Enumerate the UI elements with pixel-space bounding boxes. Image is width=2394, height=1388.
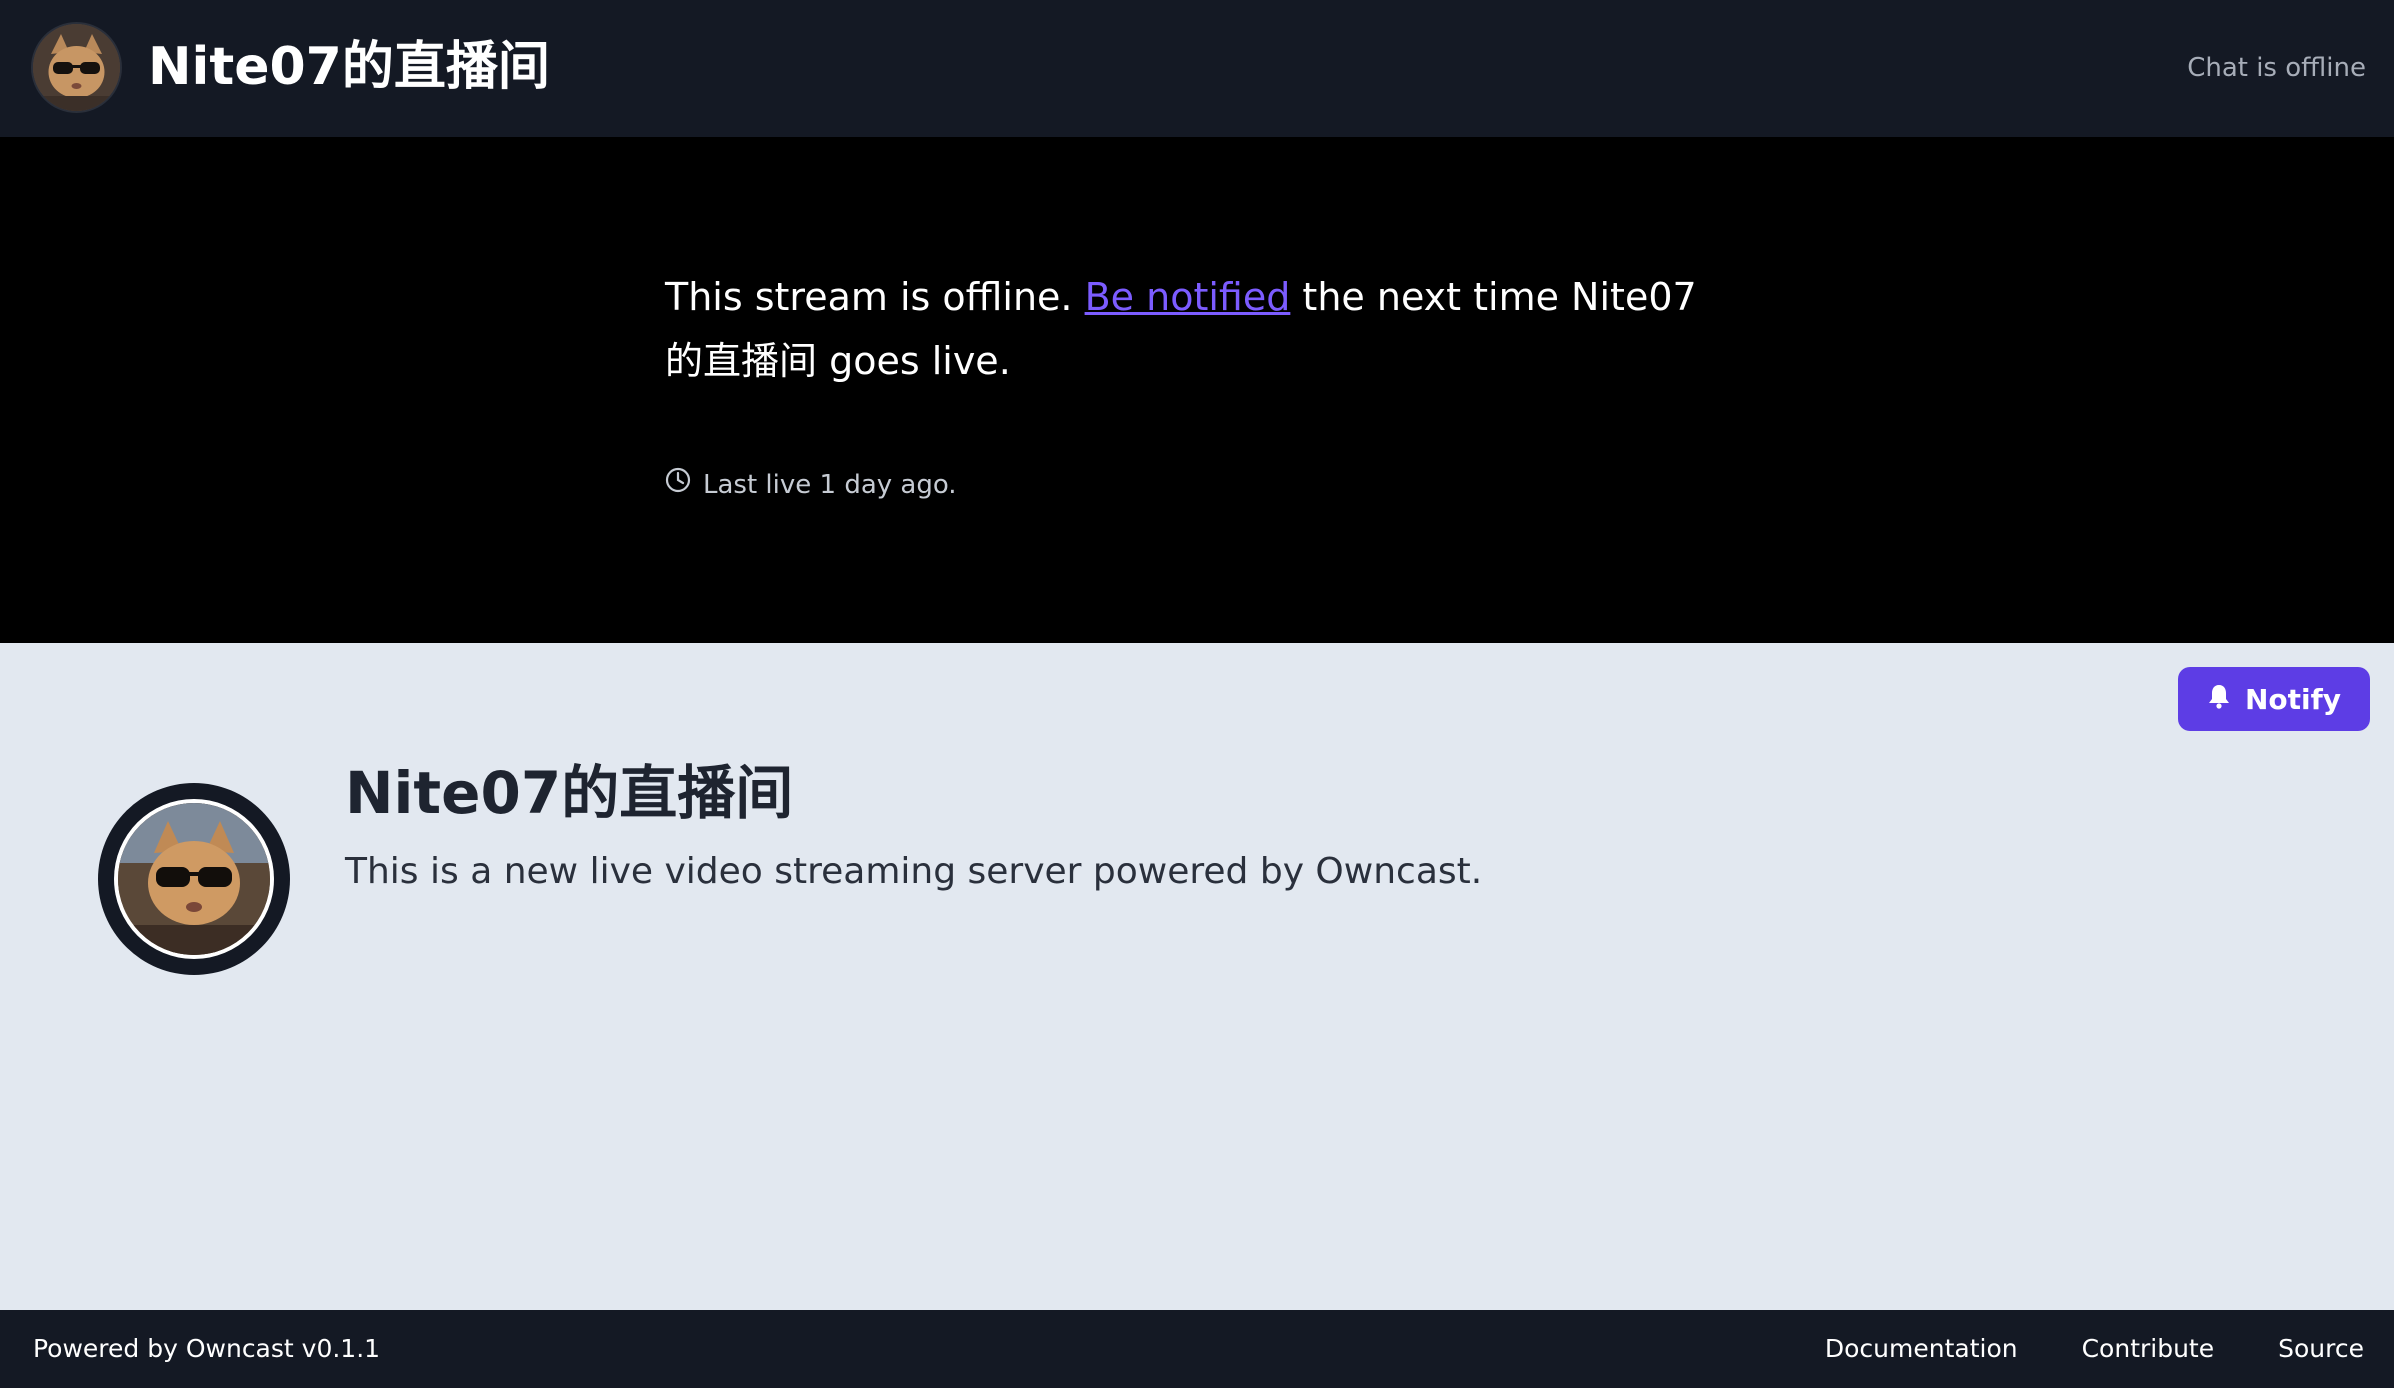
last-live-text: Last live 1 day ago.	[703, 470, 957, 500]
stream-info-section: Notify Nite07的直播间 This is a new live vid…	[0, 643, 2394, 1310]
clock-icon	[665, 467, 691, 503]
cat-sunglasses-avatar-icon	[118, 803, 270, 955]
app-footer: Powered by Owncast v0.1.1 Documentation …	[0, 1310, 2394, 1388]
offline-message: This stream is offline. Be notified the …	[665, 265, 1725, 393]
profile-name: Nite07的直播间	[345, 759, 794, 827]
cat-sunglasses-avatar-icon[interactable]	[33, 24, 120, 111]
contribute-link[interactable]: Contribute	[2082, 1332, 2215, 1366]
chat-status-label: Chat is offline	[2187, 53, 2366, 83]
profile-summary: This is a new live video streaming serve…	[345, 851, 1483, 892]
bell-icon	[2207, 683, 2231, 716]
site-title: Nite07的直播间	[148, 37, 550, 97]
video-player-offline: This stream is offline. Be notified the …	[0, 137, 2394, 643]
notify-label: Notify	[2244, 682, 2342, 716]
powered-by-text: Powered by Owncast v0.1.1	[33, 1334, 381, 1363]
source-link[interactable]: Source	[2278, 1332, 2364, 1366]
offline-message-prefix: This stream is offline.	[665, 275, 1085, 319]
profile-avatar-border	[114, 799, 274, 959]
footer-links: Documentation Contribute Source	[1825, 1332, 2364, 1366]
documentation-link[interactable]: Documentation	[1825, 1332, 2018, 1366]
be-notified-link[interactable]: Be notified	[1085, 275, 1291, 319]
profile-avatar	[98, 783, 290, 975]
app-header: Nite07的直播间 Chat is offline	[0, 0, 2394, 137]
last-live-info: Last live 1 day ago.	[665, 467, 957, 503]
notify-button[interactable]: Notify	[2178, 667, 2370, 731]
